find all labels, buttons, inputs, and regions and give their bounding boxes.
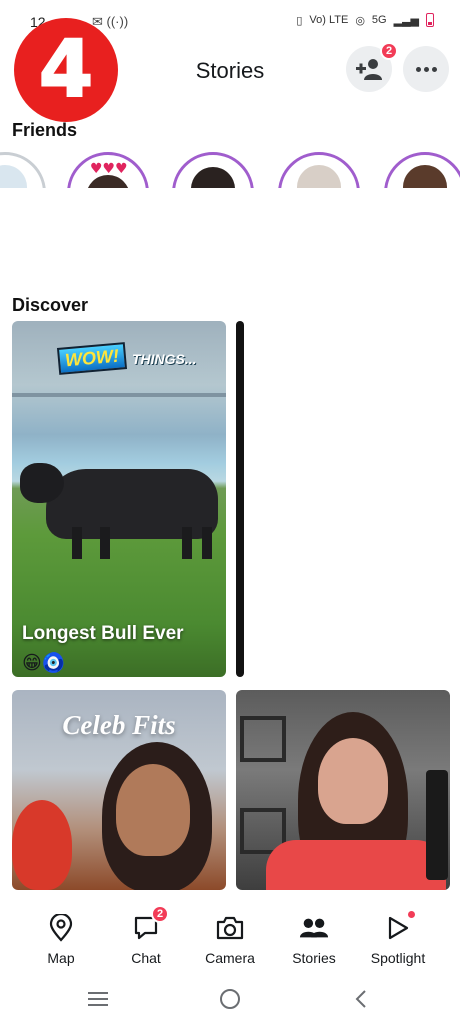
nav-label: Spotlight	[370, 950, 426, 966]
bull-leg	[182, 527, 192, 559]
add-friend-button[interactable]: 2	[346, 42, 398, 92]
nav-chat[interactable]: 2 Chat	[100, 905, 192, 966]
card-title: Longest Bull Ever	[22, 623, 184, 644]
back-chevron-icon	[355, 990, 366, 1008]
status-icons: ▯ Vo) LTE ◎ 5G ▂▃▅	[296, 13, 434, 27]
friends-row: ♥♥♥	[0, 148, 460, 188]
more-icon	[415, 66, 437, 72]
recent-apps-button[interactable]	[86, 987, 110, 1011]
phone-image	[426, 770, 448, 880]
bottom-navigation: Map 2 Chat Camera Stories Spotlight	[0, 895, 460, 975]
discover-card[interactable]	[236, 690, 450, 890]
friend-story-avatar[interactable]	[278, 152, 360, 188]
spotlight-icon	[383, 909, 417, 943]
avatar	[297, 165, 341, 188]
signal-icon: ▂▃▅	[393, 14, 419, 27]
nav-label: Chat	[131, 950, 161, 966]
map-pin-icon	[46, 913, 76, 943]
chat-icon: 2	[131, 905, 169, 943]
nav-label: Map	[47, 950, 75, 966]
discover-card[interactable]: Celeb Fits	[12, 690, 226, 890]
vibrate-icon: ▯	[296, 14, 303, 27]
bull-head-image	[20, 463, 64, 503]
hotspot-icon: ◎	[355, 14, 365, 27]
heart-icon: ♥♥♥	[90, 161, 128, 177]
menu-icon	[88, 992, 108, 1006]
add-friend-icon	[356, 59, 382, 80]
add-friend-badge: 2	[380, 42, 398, 60]
stories-icon	[299, 913, 329, 943]
bull-leg	[100, 527, 110, 559]
card-tag-secondary: THINGS...	[131, 350, 197, 367]
bull-leg	[202, 527, 212, 559]
person-face-image	[116, 764, 190, 856]
card-tag: WOW! THINGS...	[56, 342, 197, 375]
chat-badge: 2	[151, 905, 169, 923]
card-background-detail	[12, 393, 226, 397]
nav-label: Camera	[205, 950, 255, 966]
discover-card[interactable]	[236, 321, 244, 677]
friend-story-avatar[interactable]	[172, 152, 254, 188]
friends-heading: Friends	[12, 120, 78, 140]
friend-story-avatar[interactable]: ♥♥♥	[67, 152, 149, 188]
avatar	[0, 165, 27, 188]
person-face-image	[318, 738, 388, 824]
card-background-detail	[240, 716, 286, 762]
card-emoji: 😁🧿	[22, 652, 66, 674]
bull-leg	[72, 527, 82, 559]
step-number-badge: 4	[14, 18, 118, 122]
back-button[interactable]	[350, 987, 374, 1011]
nav-stories[interactable]: Stories	[268, 913, 360, 966]
avatar	[403, 165, 447, 188]
nav-spotlight[interactable]: Spotlight	[352, 909, 444, 966]
system-navigation-bar	[0, 975, 460, 1024]
discover-card[interactable]: WOW! THINGS... Longest Bull Ever 😁🧿	[12, 321, 226, 677]
avatar	[191, 167, 235, 188]
friend-story-avatar[interactable]	[384, 152, 460, 188]
home-button[interactable]	[218, 987, 242, 1011]
friend-story-avatar[interactable]	[0, 152, 46, 188]
nav-map[interactable]: Map	[15, 913, 107, 966]
battery-icon	[426, 13, 434, 27]
person-clothes	[266, 840, 446, 890]
spotlight-notification-dot	[406, 909, 417, 920]
network-label: 5G	[371, 14, 387, 26]
nav-camera[interactable]: Camera	[184, 913, 276, 966]
nav-label: Stories	[292, 950, 336, 966]
more-options-button[interactable]	[403, 46, 449, 92]
home-circle-icon	[220, 989, 240, 1009]
card-tag-primary: WOW!	[56, 342, 128, 375]
person-image	[12, 800, 72, 890]
camera-icon	[215, 913, 245, 943]
card-title: Celeb Fits	[62, 710, 176, 740]
discover-heading: Discover	[12, 295, 89, 315]
lte-label: Vo) LTE	[309, 14, 349, 26]
